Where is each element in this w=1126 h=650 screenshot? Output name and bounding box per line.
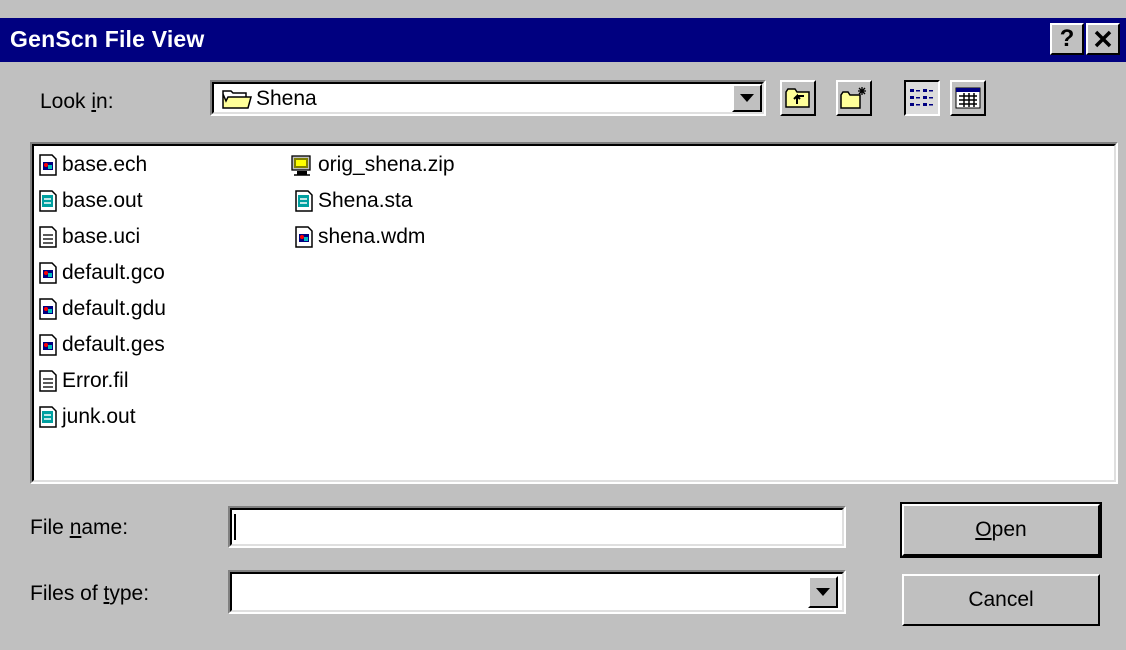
- help-icon: ?: [1059, 25, 1075, 52]
- zip-archive-icon: [291, 155, 311, 176]
- text-file-icon: [39, 190, 57, 212]
- open-button-label: Open: [975, 518, 1027, 541]
- list-item[interactable]: default.ges: [38, 328, 165, 362]
- new-folder-icon: [840, 87, 866, 109]
- text-caret: [234, 514, 236, 540]
- text-file-icon: [39, 406, 57, 428]
- list-item[interactable]: default.gdu: [38, 292, 166, 326]
- list-view-icon: [910, 89, 933, 106]
- files-of-type-label: Files of type:: [30, 582, 150, 605]
- file-name-input[interactable]: [228, 506, 846, 548]
- up-folder-icon: [785, 88, 810, 108]
- look-in-dropdown-button[interactable]: [732, 84, 762, 112]
- data-file-icon: [39, 262, 57, 284]
- help-button[interactable]: ?: [1050, 23, 1084, 55]
- close-button[interactable]: [1086, 23, 1120, 55]
- data-file-icon: [39, 334, 57, 356]
- open-button[interactable]: Open: [900, 502, 1102, 558]
- list-item[interactable]: default.gco: [38, 256, 165, 290]
- close-icon: [1094, 30, 1112, 48]
- look-in-value: Shena: [256, 87, 317, 110]
- cancel-button-label: Cancel: [968, 588, 1034, 611]
- document-icon: [39, 370, 57, 392]
- look-in-combo[interactable]: Shena: [210, 80, 766, 116]
- details-view-icon: [955, 87, 981, 109]
- list-item[interactable]: base.out: [38, 184, 143, 218]
- data-file-icon: [295, 226, 313, 248]
- look-in-label: Look in:: [40, 90, 114, 113]
- data-file-icon: [39, 298, 57, 320]
- cancel-button[interactable]: Cancel: [902, 574, 1100, 626]
- list-item[interactable]: orig_shena.zip: [290, 148, 455, 182]
- file-list[interactable]: base.ech base.out base.uci default.gco d…: [30, 142, 1118, 484]
- list-item[interactable]: base.uci: [38, 220, 140, 254]
- file-name-label: File name:: [30, 516, 129, 539]
- text-file-icon: [295, 190, 313, 212]
- list-item[interactable]: Shena.sta: [294, 184, 413, 218]
- create-new-folder-button[interactable]: [836, 80, 872, 116]
- window-title: GenScn File View: [10, 26, 205, 52]
- up-one-level-button[interactable]: [780, 80, 816, 116]
- list-item[interactable]: base.ech: [38, 148, 147, 182]
- data-file-icon: [39, 154, 57, 176]
- title-bar[interactable]: GenScn File View ?: [0, 18, 1126, 62]
- file-dialog: GenScn File View ? Look in: Shena base.e…: [0, 0, 1126, 650]
- document-icon: [39, 226, 57, 248]
- list-item[interactable]: Error.fil: [38, 364, 129, 398]
- list-item[interactable]: junk.out: [38, 400, 136, 434]
- folder-icon: [222, 90, 252, 109]
- list-item[interactable]: shena.wdm: [294, 220, 425, 254]
- details-view-button[interactable]: [950, 80, 986, 116]
- files-of-type-select[interactable]: [228, 570, 846, 614]
- files-of-type-dropdown-button[interactable]: [808, 576, 838, 608]
- chevron-down-icon: [816, 588, 830, 596]
- chevron-down-icon: [740, 94, 754, 102]
- list-view-button[interactable]: [904, 80, 940, 116]
